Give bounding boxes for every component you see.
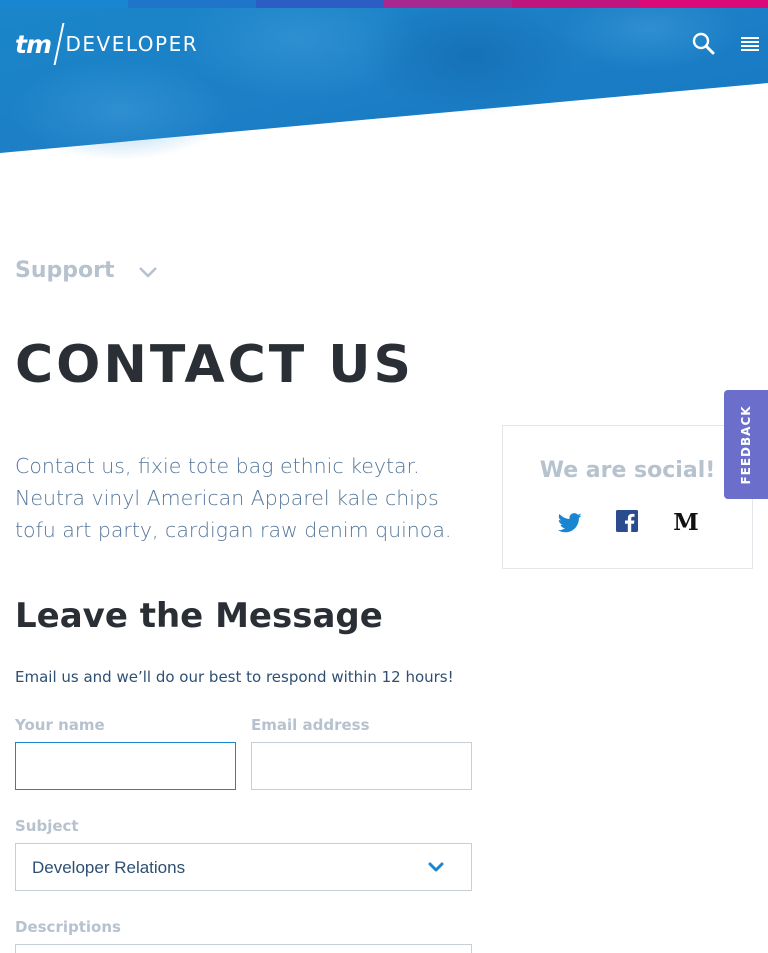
subject-select[interactable]: Developer Relations (15, 843, 472, 891)
subject-label: Subject (15, 817, 79, 835)
email-input[interactable] (251, 742, 472, 790)
feedback-tab[interactable]: FEEDBACK (724, 390, 768, 499)
strip-segment (384, 0, 512, 8)
search-button[interactable] (690, 30, 718, 58)
breadcrumb-label: Support (15, 258, 115, 283)
strip-segment (256, 0, 384, 8)
logo-text: DEVELOPER (65, 32, 199, 56)
intro-text: Contact us, fixie tote bag ethnic keytar… (15, 454, 452, 542)
twitter-icon[interactable] (558, 512, 582, 534)
search-icon (692, 32, 715, 55)
chevron-down-icon (139, 266, 158, 277)
descriptions-textarea[interactable] (15, 944, 472, 953)
hamburger-menu-icon (741, 37, 759, 51)
social-card: We are social! M (502, 425, 753, 569)
subject-value: Developer Relations (32, 858, 186, 877)
brand-color-strip (0, 0, 768, 8)
site-logo[interactable]: tm DEVELOPER (15, 22, 198, 66)
logo-mark: tm (15, 29, 52, 59)
descriptions-label: Descriptions (15, 918, 121, 936)
medium-icon[interactable]: M (673, 511, 699, 533)
svg-text:M: M (673, 511, 698, 533)
name-label: Your name (15, 716, 105, 734)
feedback-label: FEEDBACK (739, 404, 753, 485)
logo-divider (53, 23, 64, 65)
form-subtitle: Email us and we’ll do our best to respon… (15, 668, 454, 686)
strip-segment (640, 0, 768, 8)
form-title: Leave the Message (15, 596, 383, 636)
breadcrumb-support[interactable]: Support (15, 258, 158, 283)
strip-segment (512, 0, 640, 8)
email-label: Email address (251, 716, 370, 734)
name-input[interactable] (15, 742, 236, 790)
page-title: CONTACT US (15, 335, 414, 395)
strip-segment (0, 0, 128, 8)
strip-segment (128, 0, 256, 8)
social-icons: M (503, 510, 752, 538)
social-title: We are social! (539, 458, 716, 483)
facebook-icon[interactable] (616, 510, 638, 532)
menu-button[interactable] (738, 33, 762, 55)
chevron-down-icon (428, 862, 444, 872)
